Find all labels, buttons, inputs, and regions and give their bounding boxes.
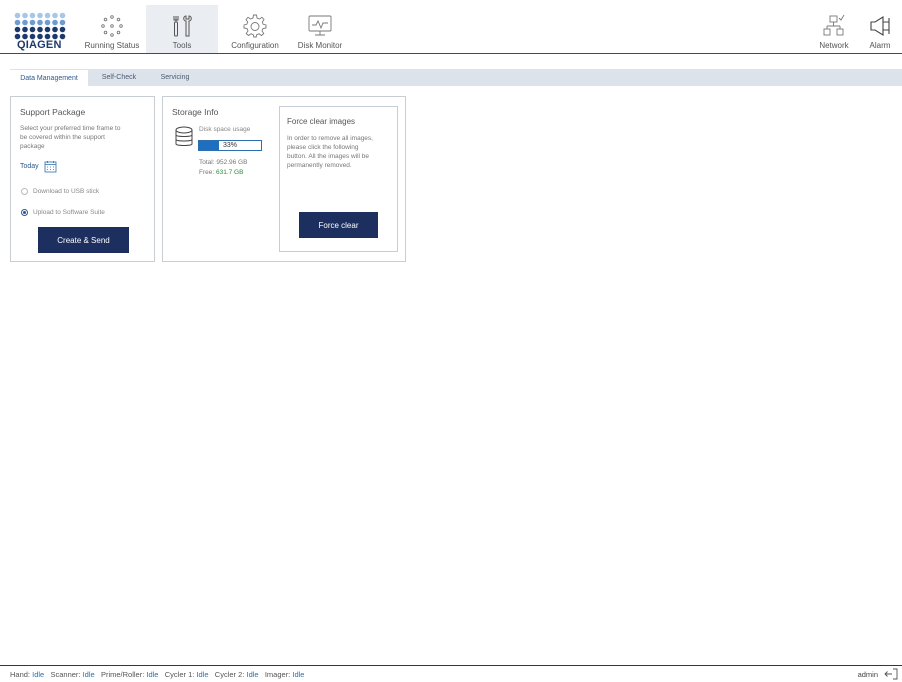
nav-configuration[interactable]: Configuration [222, 5, 288, 53]
nav-label: Network [819, 41, 849, 50]
nav-label: Disk Monitor [297, 41, 343, 50]
force-clear-panel: Force clear images In order to remove al… [279, 106, 398, 252]
support-description-line: be covered within the support [20, 134, 105, 141]
force-clear-description-line: In order to remove all images, [287, 135, 373, 142]
support-description-line: Select your preferred time frame to [20, 125, 121, 132]
logout-icon[interactable] [884, 668, 898, 680]
disk-usage-label: Disk space usage [199, 126, 251, 133]
nav-tools[interactable]: Tools [146, 5, 218, 53]
username: admin [857, 670, 878, 679]
support-package-panel: Support Package Select your preferred ti… [10, 96, 155, 262]
running-status-icon [101, 15, 123, 37]
logo-dots-icon [14, 12, 66, 40]
force-clear-button[interactable]: Force clear [299, 212, 378, 238]
status-value: Idle [196, 670, 209, 679]
disk-monitor-icon [308, 15, 332, 36]
subtab-bar: Data Management Self-Check Servicing [10, 69, 902, 86]
disk-usage-percent: 33% [222, 142, 237, 149]
panel-title: Storage Info [172, 107, 219, 117]
nav-running-status[interactable]: Running Status [80, 5, 144, 53]
status-label: Imager: [264, 670, 291, 679]
network-icon [823, 14, 845, 36]
status-label: Hand: [10, 670, 31, 679]
nav-disk-monitor[interactable]: Disk Monitor [288, 5, 352, 53]
force-clear-description-line: please click the following [287, 144, 359, 151]
nav-network[interactable]: Network [812, 5, 856, 53]
force-clear-description-line: permanently removed. [287, 162, 352, 169]
qiagen-logo: QIAGEN [14, 12, 66, 52]
force-clear-description-line: button. All the images will be [287, 153, 370, 160]
status-bar: Hand: Idle Scanner: Idle Prime/Roller: I… [10, 670, 304, 679]
free-label: Free: [199, 169, 215, 176]
status-value: Idle [82, 670, 95, 679]
status-value: Idle [246, 670, 259, 679]
create-send-button[interactable]: Create & Send [38, 227, 129, 253]
status-label: Cycler 2: [214, 670, 245, 679]
total-space: Total: 952.96 GB [199, 158, 247, 167]
upload-software-suite-radio[interactable] [21, 209, 28, 216]
top-bar: QIAGEN Running Status Tools Configuratio… [0, 0, 902, 55]
free-value: 631.7 GB [215, 169, 244, 176]
header-divider [0, 53, 902, 54]
tools-icon [173, 15, 192, 37]
status-label: Cycler 1: [164, 670, 195, 679]
panel-title: Force clear images [287, 117, 356, 126]
logo-wordmark: QIAGEN [17, 39, 62, 51]
status-divider [0, 665, 902, 666]
status-value: Idle [146, 670, 159, 679]
nav-label: Running Status [84, 41, 140, 50]
status-value: Idle [32, 670, 45, 679]
support-description-line: package [20, 143, 45, 150]
radio-label: Download to USB stick [33, 188, 100, 195]
status-label: Scanner: [50, 670, 81, 679]
total-value: 952.96 GB [216, 159, 248, 166]
disk-usage-bar: 33% [198, 140, 262, 151]
storage-info-panel: Storage Info Disk space usage 33% Total:… [162, 96, 406, 262]
panel-title: Support Package [20, 107, 86, 117]
tab-data-management[interactable]: Data Management [10, 69, 88, 86]
gear-icon [243, 14, 267, 38]
nav-alarm[interactable]: Alarm [860, 5, 900, 53]
download-usb-radio[interactable] [21, 188, 28, 195]
tab-servicing[interactable]: Servicing [150, 69, 200, 86]
nav-label: Alarm [869, 41, 891, 50]
tab-self-check[interactable]: Self-Check [90, 69, 148, 86]
radio-label: Upload to Software Suite [33, 209, 105, 216]
alarm-icon [870, 16, 890, 36]
date-value[interactable]: Today [20, 163, 39, 170]
nav-label: Tools [172, 41, 192, 50]
database-icon [175, 126, 193, 146]
status-value: Idle [292, 670, 305, 679]
total-label: Total: [199, 159, 215, 166]
calendar-icon[interactable] [44, 160, 57, 173]
status-label: Prime/Roller: [100, 670, 145, 679]
nav-label: Configuration [231, 41, 279, 50]
free-space: Free: 631.7 GB [199, 168, 243, 177]
